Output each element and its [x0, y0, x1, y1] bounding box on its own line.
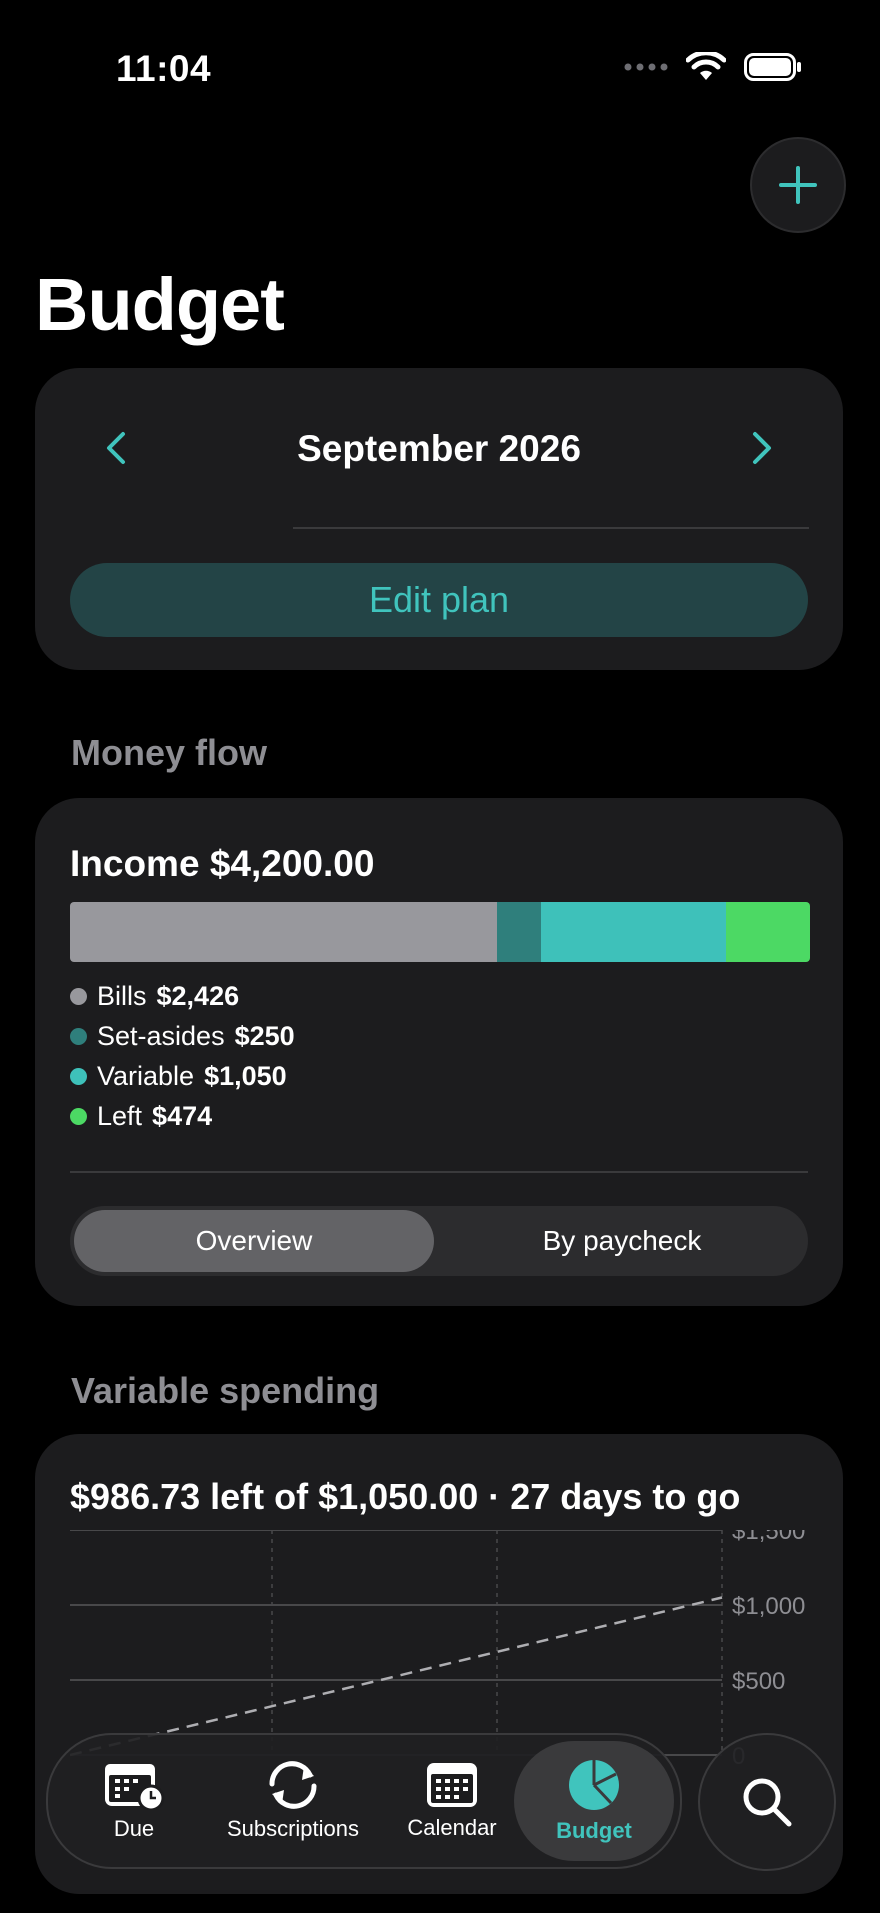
- status-icons: [624, 52, 802, 82]
- divider: [293, 527, 809, 529]
- tab-subscriptions[interactable]: Subscriptions: [208, 1735, 378, 1867]
- month-label: September 2026: [297, 428, 581, 469]
- legend-dot: [70, 1027, 87, 1045]
- money-flow-bar: [70, 902, 810, 962]
- add-button[interactable]: [750, 137, 846, 233]
- legend-item: Bills $2,426: [70, 976, 295, 1016]
- pie-chart-icon: [569, 1760, 619, 1810]
- toggle-by-paycheck[interactable]: By paycheck: [440, 1210, 804, 1272]
- search-button[interactable]: [698, 1733, 836, 1871]
- flow-segment-bills: [70, 902, 498, 962]
- cellular-signal-icon: [624, 63, 668, 71]
- flow-segment-variable: [541, 902, 727, 962]
- tab-label: Calendar: [407, 1815, 497, 1840]
- calendar-clock-icon: [105, 1764, 165, 1810]
- tab-label: Budget: [556, 1818, 632, 1843]
- status-time: 11:04: [116, 48, 212, 89]
- legend-item: Left $474: [70, 1096, 295, 1136]
- budget-pace-line: [70, 1596, 723, 1757]
- view-toggle: Overview By paycheck: [70, 1206, 808, 1276]
- flow-segment-set-asides: [497, 902, 542, 962]
- legend-dot: [70, 1067, 87, 1085]
- legend-dot: [70, 1107, 87, 1125]
- y-tick-label: $1,000: [732, 1593, 805, 1620]
- legend-amount: $474: [152, 1100, 213, 1131]
- tab-due[interactable]: Due: [74, 1735, 194, 1867]
- legend-amount: $1,050: [204, 1060, 287, 1091]
- variable-spending-summary: $986.73 left of $1,050.00 · 27 days to g…: [70, 1476, 741, 1517]
- legend-dot: [70, 987, 87, 1005]
- edit-plan-button[interactable]: Edit plan: [70, 563, 808, 637]
- legend-item: Variable $1,050: [70, 1056, 295, 1096]
- variable-spending-heading: Variable spending: [71, 1370, 380, 1411]
- legend-amount: $2,426: [156, 980, 240, 1011]
- toggle-overview[interactable]: Overview: [74, 1210, 434, 1272]
- refresh-arrows-icon: [269, 1761, 317, 1809]
- legend-label: Left: [97, 1100, 143, 1131]
- calendar-icon: [427, 1763, 477, 1807]
- money-flow-card: Income $4,200.00 Bills $2,426 Set-asides $2…: [35, 798, 843, 1306]
- chevron-right-icon[interactable]: [741, 428, 781, 468]
- page-title: Budget: [35, 263, 285, 346]
- tab-bar: Due Subscriptions Calendar Budget: [46, 1733, 682, 1869]
- flow-segment-left: [726, 902, 810, 962]
- legend-label: Bills: [97, 980, 147, 1011]
- plus-icon: [779, 166, 817, 204]
- tab-label: Due: [113, 1816, 155, 1841]
- legend-label: Set-asides: [97, 1020, 225, 1051]
- month-picker-card: September 2026 Edit plan: [35, 368, 843, 670]
- money-flow-legend: Bills $2,426 Set-asides $250 Variable $1,050 L…: [70, 976, 295, 1136]
- tab-label: Subscriptions: [226, 1816, 360, 1841]
- tab-budget[interactable]: Budget: [514, 1735, 674, 1867]
- wifi-icon: [686, 52, 726, 80]
- divider: [70, 1171, 808, 1173]
- legend-amount: $250: [234, 1020, 295, 1051]
- legend-label: Variable: [97, 1060, 195, 1091]
- y-tick-label: $500: [732, 1668, 785, 1695]
- money-flow-heading: Money flow: [71, 732, 267, 773]
- tab-calendar[interactable]: Calendar: [392, 1735, 512, 1867]
- income-label: Income $4,200.00: [70, 843, 375, 884]
- legend-item: Set-asides $250: [70, 1016, 295, 1056]
- y-tick-label: $1,500: [732, 1530, 805, 1545]
- battery-icon: [744, 53, 801, 81]
- search-icon: [743, 1778, 792, 1827]
